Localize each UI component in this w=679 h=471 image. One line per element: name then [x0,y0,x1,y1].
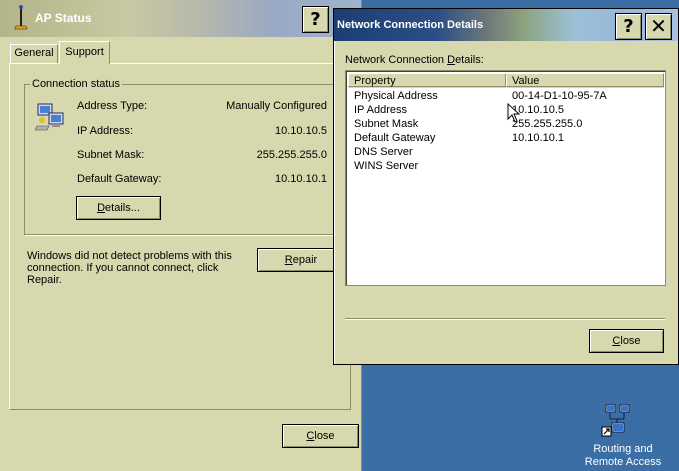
address-type-value: Manually Configured [226,100,327,112]
help-button[interactable]: ? [615,13,642,40]
connection-status-label: Connection status [30,78,123,90]
details-label-rest: etails: [455,54,484,66]
list-item[interactable]: IP Address [354,103,407,117]
desktop-label-line1: Routing and [593,443,653,455]
repair-label: epair [292,254,318,266]
help-button[interactable]: ? [302,6,329,33]
list-item[interactable]: Default Gateway [354,131,435,145]
ip-address-value: 10.10.10.5 [275,125,327,137]
list-item[interactable]: WINS Server [354,159,418,173]
details-button[interactable]: Details... [76,196,161,220]
list-item[interactable]: DNS Server [354,145,413,159]
default-gateway-label: Default Gateway: [77,173,162,185]
antenna-icon [14,5,28,30]
address-type-label: Address Type: [77,100,148,112]
list-item-value: 255.255.255.0 [512,118,583,130]
default-gateway-value: 10.10.10.1 [275,173,327,185]
ncd-titlebar[interactable]: Network Connection Details ? ✕ [334,9,678,41]
network-computers-icon[interactable] [600,403,634,439]
details-label-prefix: Network Connection [345,54,448,66]
details-label: etails... [105,202,140,214]
window-title: Network Connection Details [337,19,484,31]
details-label-accel: D [447,54,456,66]
subnet-mask-label: Subnet Mask: [77,149,145,161]
details-list-label: Network Connection Details: [345,54,484,66]
ip-address-label: IP Address: [77,125,134,137]
column-header-value[interactable]: Value [506,73,664,87]
list-header: Property Value [348,73,664,88]
column-header-property[interactable]: Property [348,73,506,87]
tab-support[interactable]: Support [59,41,110,64]
details-list[interactable]: Property Value Physical Address 00-14-D1… [345,70,666,286]
mouse-cursor-icon [507,103,521,123]
list-item[interactable]: Subnet Mask [354,117,418,131]
list-item[interactable]: Physical Address [354,89,438,103]
network-connection-icon [35,103,64,131]
ap-status-titlebar[interactable]: AP Status ? [0,0,361,37]
diagnosis-text: Windows did not detect problems with thi… [27,250,232,286]
list-item-value: 00-14-D1-10-95-7A [512,90,607,102]
separator [345,318,665,320]
ap-status-window: AP Status ? General Support Connection s… [0,0,362,471]
list-item-value: 10.10.10.1 [512,132,564,144]
close-label: lose [314,430,335,442]
network-connection-details-window: Network Connection Details ? ✕ Network C… [333,8,679,365]
repair-button[interactable]: Repair [257,248,345,272]
close-button[interactable]: Close [282,424,359,448]
subnet-mask-value: 255.255.255.0 [256,149,327,161]
repair-accel: R [284,254,293,266]
close-label: lose [620,335,641,347]
close-button[interactable]: Close [589,329,664,353]
close-icon[interactable]: ✕ [645,13,672,40]
tab-general[interactable]: General [10,44,58,63]
details-accel: D [97,202,106,214]
desktop-label-line2: Remote Access [584,456,662,468]
window-title: AP Status [35,11,92,25]
desktop-icon-label[interactable]: Routing and Remote Access [580,443,666,469]
